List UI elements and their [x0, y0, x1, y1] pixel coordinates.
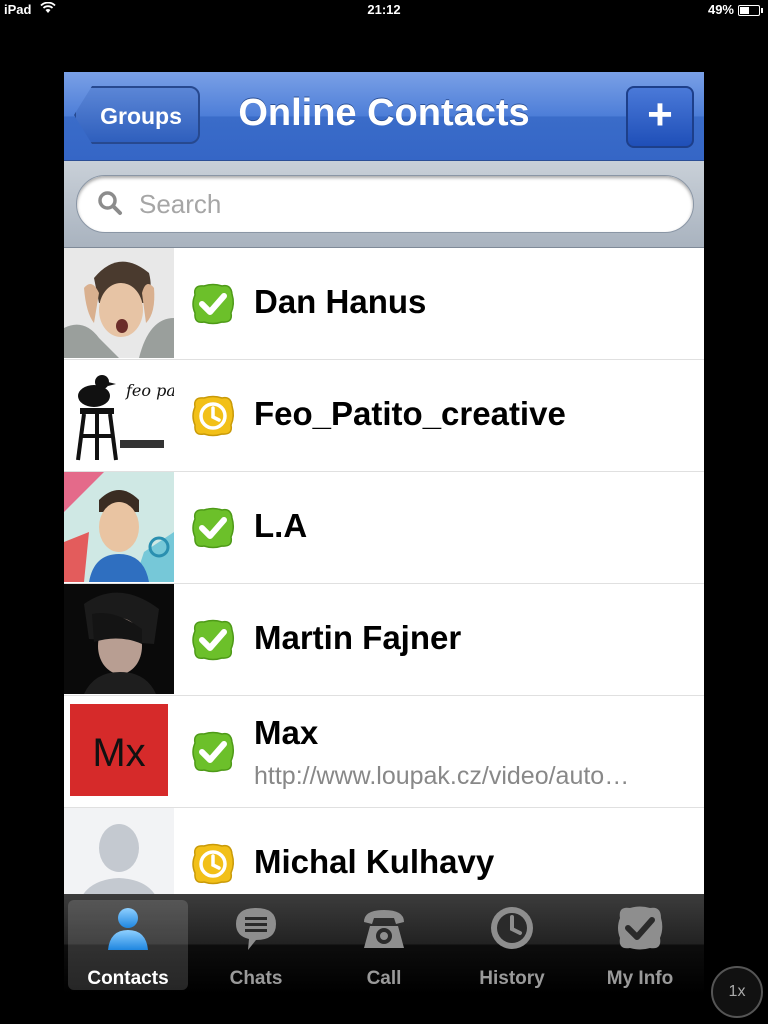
tab-bar: Contacts Chats Call History My Info	[64, 894, 704, 994]
contacts-icon	[108, 908, 148, 950]
contact-row[interactable]: Dan Hanus	[64, 248, 704, 360]
battery-icon	[738, 5, 763, 16]
search-field[interactable]	[76, 175, 694, 233]
call-icon	[364, 910, 404, 948]
away-status-icon	[192, 843, 235, 885]
avatar	[64, 472, 174, 582]
tab-label: Chats	[229, 968, 283, 989]
online-status-icon	[192, 619, 235, 661]
contact-row[interactable]: Mx Max http://www.loupak.cz/video/auto…	[64, 696, 704, 808]
clock: 21:12	[367, 2, 401, 17]
tab-label: My Info	[606, 968, 674, 989]
tab-chats[interactable]: Chats	[196, 900, 316, 990]
avatar	[64, 248, 174, 358]
navigation-bar: Groups Online Contacts +	[64, 72, 704, 161]
away-status-icon	[192, 395, 235, 437]
chats-icon	[236, 908, 276, 950]
contact-mood-message: http://www.loupak.cz/video/auto…	[254, 762, 630, 790]
add-contact-button[interactable]: +	[626, 86, 694, 148]
tab-call[interactable]: Call	[324, 900, 444, 990]
status-bar: iPad 21:12 49%	[0, 0, 768, 20]
tab-label: Contacts	[87, 968, 169, 989]
history-icon	[491, 907, 533, 949]
online-status-icon	[192, 283, 235, 325]
contact-name: L.A	[254, 507, 308, 544]
avatar-text: feo patito	[125, 381, 174, 400]
contact-name: Dan Hanus	[254, 283, 427, 320]
zoom-button[interactable]: 1x	[711, 966, 763, 1018]
search-bar	[64, 161, 704, 248]
tab-history[interactable]: History	[452, 900, 572, 990]
online-status-icon	[192, 731, 235, 773]
contact-name: Martin Fajner	[254, 619, 462, 656]
avatar-text: Mx	[92, 731, 145, 775]
my-info-icon	[618, 906, 663, 950]
contact-list: Dan Hanus feo patito	[64, 248, 704, 920]
contact-name: Feo_Patito_creative	[254, 395, 566, 432]
search-icon	[98, 191, 122, 215]
online-status-icon	[192, 507, 235, 549]
tab-label: History	[479, 968, 545, 989]
avatar: Mx	[64, 696, 174, 806]
page-title: Online Contacts	[238, 92, 530, 134]
search-input[interactable]	[137, 186, 661, 222]
contact-name: Michal Kulhavy	[254, 843, 495, 880]
contact-row[interactable]: feo patito Feo_Patito_creative	[64, 360, 704, 472]
battery-percent: 49%	[707, 2, 734, 17]
contact-row[interactable]: L.A	[64, 472, 704, 584]
avatar: feo patito	[64, 360, 174, 470]
app-window: Groups Online Contacts + Search Dan Hanu…	[64, 72, 704, 944]
tab-label: Call	[366, 968, 402, 989]
tab-contacts[interactable]: Contacts	[68, 900, 188, 990]
contact-row[interactable]: Martin Fajner	[64, 584, 704, 696]
avatar	[64, 584, 174, 694]
tab-my-info[interactable]: My Info	[580, 900, 700, 990]
contact-name: Max	[254, 714, 319, 751]
